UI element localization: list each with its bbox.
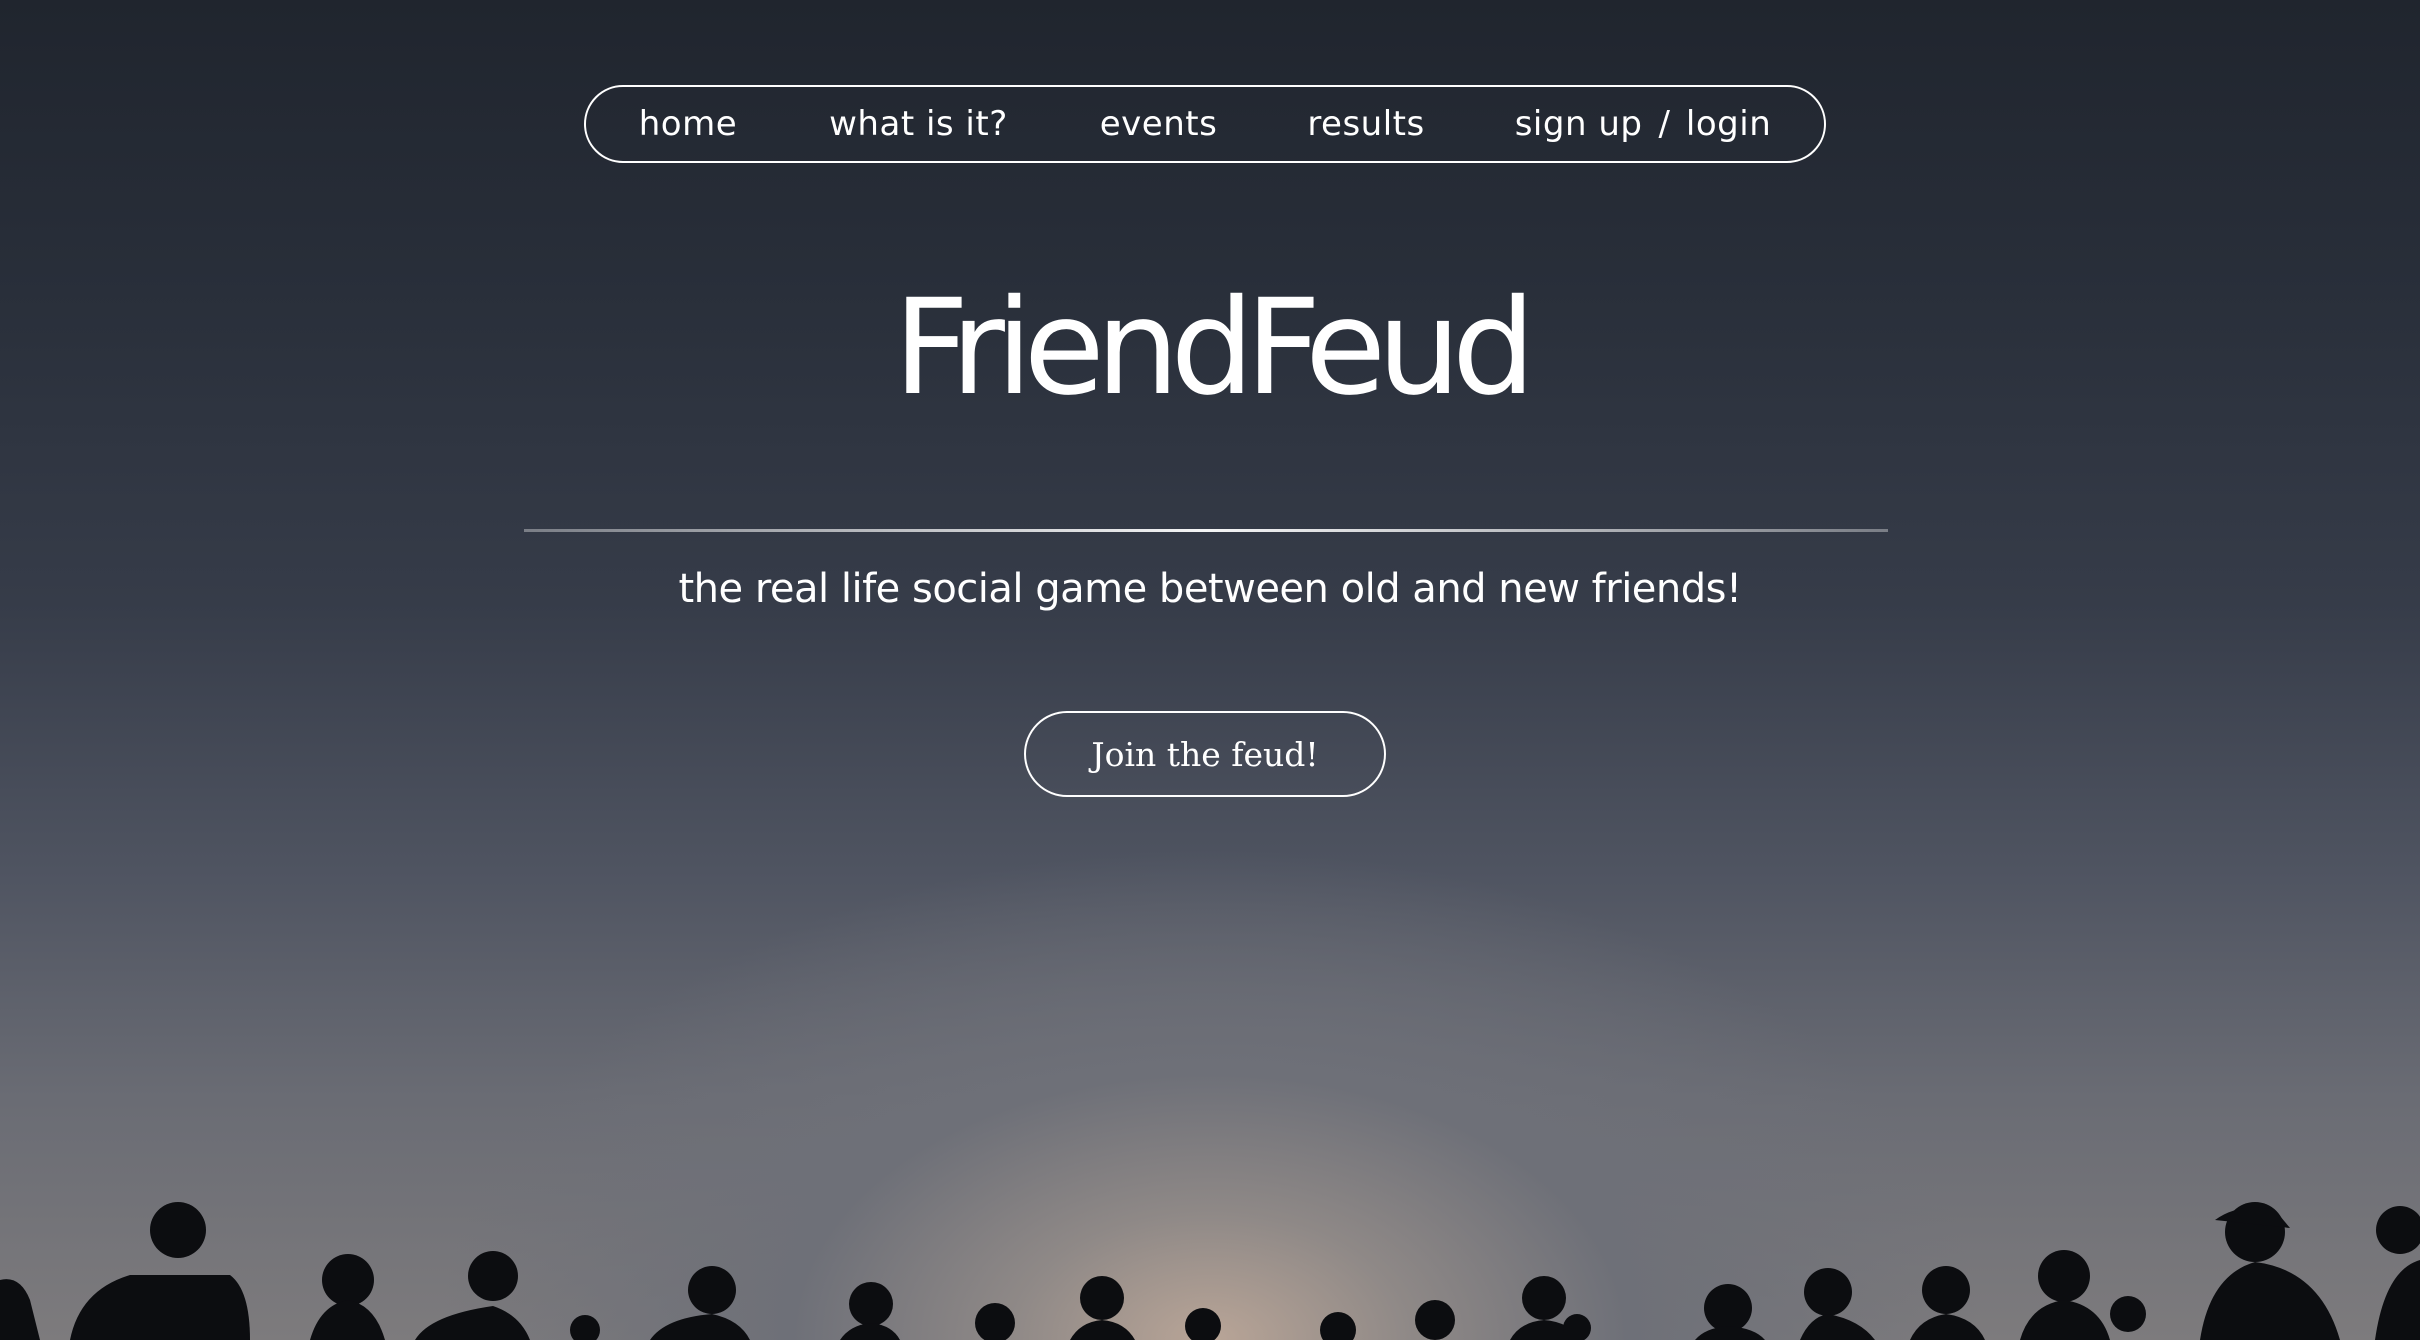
main-navigation: home what is it? events results sign up … [584,85,1826,163]
nav-link-sign-up[interactable]: sign up [1515,104,1643,144]
nav-link-results[interactable]: results [1307,104,1424,144]
join-feud-button[interactable]: Join the feud! [1024,711,1386,797]
nav-link-home[interactable]: home [639,104,737,144]
nav-separator: / [1658,104,1670,144]
nav-link-what-is-it[interactable]: what is it? [829,104,1008,144]
nav-link-login[interactable]: login [1686,104,1771,144]
hero-background-image [0,0,2420,1340]
nav-link-events[interactable]: events [1100,104,1218,144]
hero-tagline: the real life social game between old an… [678,566,1742,612]
hero-divider [524,529,1888,532]
crowd-silhouette-image [0,1202,2420,1340]
brand-title: FriendFeud [893,271,1535,425]
